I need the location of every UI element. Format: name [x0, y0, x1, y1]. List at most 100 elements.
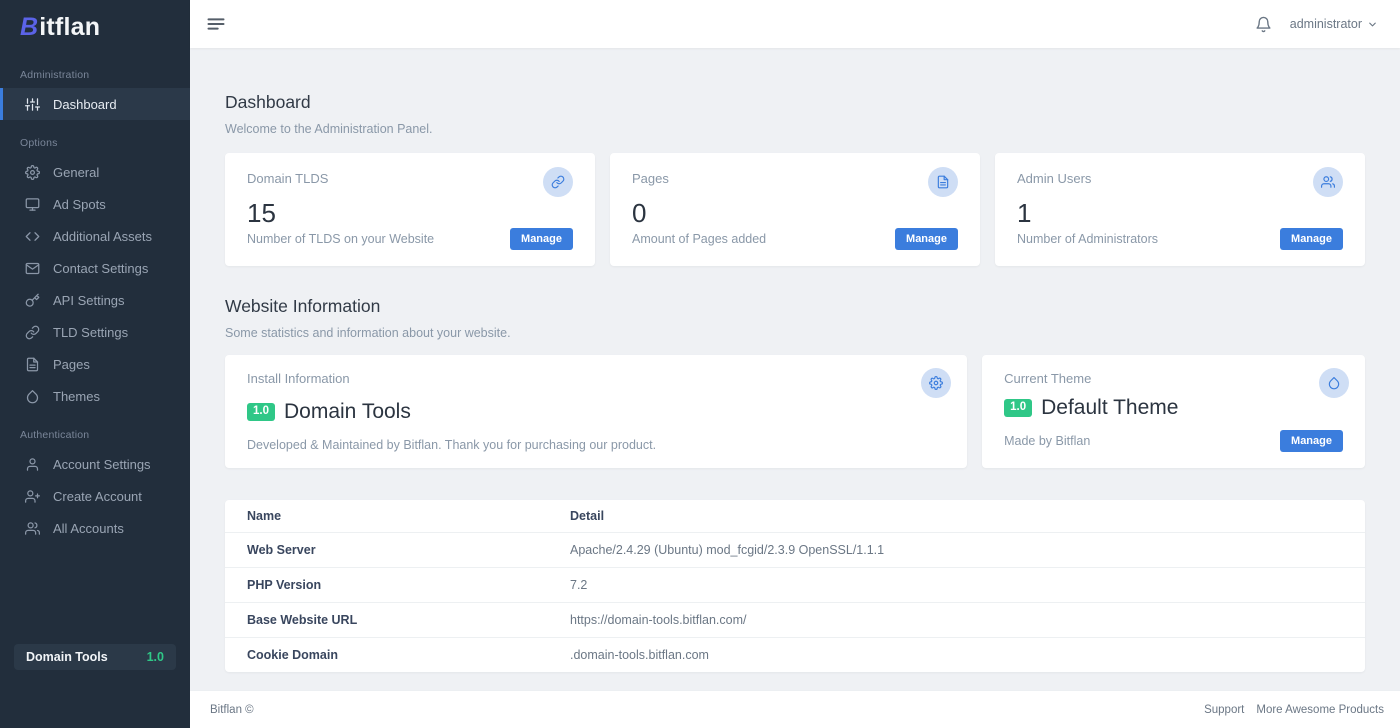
manage-tlds-button[interactable]: Manage: [510, 228, 573, 250]
footer-link-support[interactable]: Support: [1204, 704, 1244, 716]
topbar: administrator: [190, 0, 1400, 48]
user-icon: [24, 456, 40, 472]
sidebar-item-label: Account Settings: [53, 457, 151, 472]
theme-version-badge: 1.0: [1004, 399, 1032, 417]
current-theme-card: Current Theme 1.0 Default Theme Made by …: [982, 355, 1365, 468]
section-subtitle: Some statistics and information about yo…: [225, 326, 1365, 340]
sidebar-item-dashboard[interactable]: Dashboard: [0, 88, 190, 120]
file-icon: [24, 356, 40, 372]
row-detail: Apache/2.4.29 (Ubuntu) mod_fcgid/2.3.9 O…: [548, 533, 1365, 568]
product-version-box: Domain Tools 1.0: [14, 644, 176, 670]
sidebar-item-api-settings[interactable]: API Settings: [0, 284, 190, 316]
main-column: administrator Dashboard Welcome to the A…: [190, 0, 1400, 728]
sidebar-item-general[interactable]: General: [0, 156, 190, 188]
sidebar-item-pages[interactable]: Pages: [0, 348, 190, 380]
sidebar-item-label: Ad Spots: [53, 197, 106, 212]
theme-label: Current Theme: [1004, 371, 1343, 386]
sidebar-item-label: API Settings: [53, 293, 125, 308]
row-name: PHP Version: [225, 568, 548, 603]
code-icon: [24, 228, 40, 244]
server-info-table: Name Detail Web Server Apache/2.4.29 (Ub…: [225, 500, 1365, 672]
link-icon: [543, 167, 573, 197]
sidebar-item-label: Dashboard: [53, 97, 117, 112]
row-name: Cookie Domain: [225, 638, 548, 673]
users-icon: [1313, 167, 1343, 197]
install-information-card: Install Information 1.0 Domain Tools Dev…: [225, 355, 967, 468]
sliders-icon: [24, 96, 40, 112]
sidebar-item-additional-assets[interactable]: Additional Assets: [0, 220, 190, 252]
row-name: Web Server: [225, 533, 548, 568]
sidebar-item-label: TLD Settings: [53, 325, 128, 340]
sidebar-item-label: All Accounts: [53, 521, 124, 536]
sidebar-item-tld-settings[interactable]: TLD Settings: [0, 316, 190, 348]
stat-cards-row: Domain TLDS 15 Number of TLDS on your We…: [225, 153, 1365, 266]
manage-theme-button[interactable]: Manage: [1280, 430, 1343, 452]
stat-label: Domain TLDS: [247, 167, 328, 186]
sidebar-item-contact-settings[interactable]: Contact Settings: [0, 252, 190, 284]
sidebar-item-label: Themes: [53, 389, 100, 404]
sidebar-toggle-button[interactable]: [206, 14, 226, 34]
website-info-row: Install Information 1.0 Domain Tools Dev…: [225, 355, 1365, 468]
sidebar-item-ad-spots[interactable]: Ad Spots: [0, 188, 190, 220]
row-name: Base Website URL: [225, 603, 548, 638]
server-info-table-card: Name Detail Web Server Apache/2.4.29 (Ub…: [225, 500, 1365, 672]
stat-description: Number of TLDS on your Website: [247, 232, 434, 246]
notifications-bell-icon[interactable]: [1255, 16, 1272, 33]
sidebar-item-label: Pages: [53, 357, 90, 372]
install-label: Install Information: [247, 371, 945, 386]
stat-value: 0: [632, 200, 958, 226]
user-plus-icon: [24, 488, 40, 504]
sidebar-item-label: Create Account: [53, 489, 142, 504]
table-row: Web Server Apache/2.4.29 (Ubuntu) mod_fc…: [225, 533, 1365, 568]
stat-value: 15: [247, 200, 573, 226]
sidebar-item-themes[interactable]: Themes: [0, 380, 190, 412]
droplet-icon: [24, 388, 40, 404]
stat-card-pages: Pages 0 Amount of Pages added Manage: [610, 153, 980, 266]
chevron-down-icon: [1367, 19, 1378, 30]
footer-copyright: Bitflan ©: [210, 704, 254, 716]
sidebar-item-label: General: [53, 165, 99, 180]
page-content: Dashboard Welcome to the Administration …: [190, 48, 1400, 690]
theme-description: Made by Bitflan: [1004, 434, 1090, 448]
sidebar-item-label: Additional Assets: [53, 229, 152, 244]
key-icon: [24, 292, 40, 308]
manage-admins-button[interactable]: Manage: [1280, 228, 1343, 250]
logo-text: itflan: [39, 13, 100, 41]
sidebar-section-authentication: Authentication: [0, 412, 190, 448]
gear-icon: [921, 368, 951, 398]
table-row: PHP Version 7.2: [225, 568, 1365, 603]
username: administrator: [1290, 17, 1362, 31]
monitor-icon: [24, 196, 40, 212]
sidebar-section-options: Options: [0, 120, 190, 156]
manage-pages-button[interactable]: Manage: [895, 228, 958, 250]
install-product-name: Domain Tools: [284, 400, 411, 424]
row-detail: https://domain-tools.bitflan.com/: [548, 603, 1365, 638]
sidebar-item-label: Contact Settings: [53, 261, 148, 276]
file-icon: [928, 167, 958, 197]
section-title-website-information: Website Information: [225, 296, 1365, 317]
stat-description: Number of Administrators: [1017, 232, 1158, 246]
table-row: Base Website URL https://domain-tools.bi…: [225, 603, 1365, 638]
stat-description: Amount of Pages added: [632, 232, 766, 246]
stat-card-admin-users: Admin Users 1 Number of Administrators M…: [995, 153, 1365, 266]
sidebar-item-all-accounts[interactable]: All Accounts: [0, 512, 190, 544]
sidebar-item-account-settings[interactable]: Account Settings: [0, 448, 190, 480]
install-description: Developed & Maintained by Bitflan. Thank…: [247, 438, 945, 452]
footer-links: Support More Awesome Products: [1204, 704, 1384, 716]
users-icon: [24, 520, 40, 536]
row-detail: 7.2: [548, 568, 1365, 603]
app-logo[interactable]: Bitflan: [0, 0, 190, 52]
column-header-detail: Detail: [548, 500, 1365, 533]
row-detail: .domain-tools.bitflan.com: [548, 638, 1365, 673]
topbar-right: administrator: [1255, 16, 1378, 33]
product-name: Domain Tools: [26, 650, 108, 664]
table-row: Cookie Domain .domain-tools.bitflan.com: [225, 638, 1365, 673]
sidebar-section-administration: Administration: [0, 52, 190, 88]
link-icon: [24, 324, 40, 340]
footer-link-more-products[interactable]: More Awesome Products: [1256, 704, 1384, 716]
install-version-badge: 1.0: [247, 403, 275, 421]
stat-label: Admin Users: [1017, 167, 1091, 186]
user-dropdown[interactable]: administrator: [1290, 17, 1378, 31]
sidebar-item-create-account[interactable]: Create Account: [0, 480, 190, 512]
stat-value: 1: [1017, 200, 1343, 226]
